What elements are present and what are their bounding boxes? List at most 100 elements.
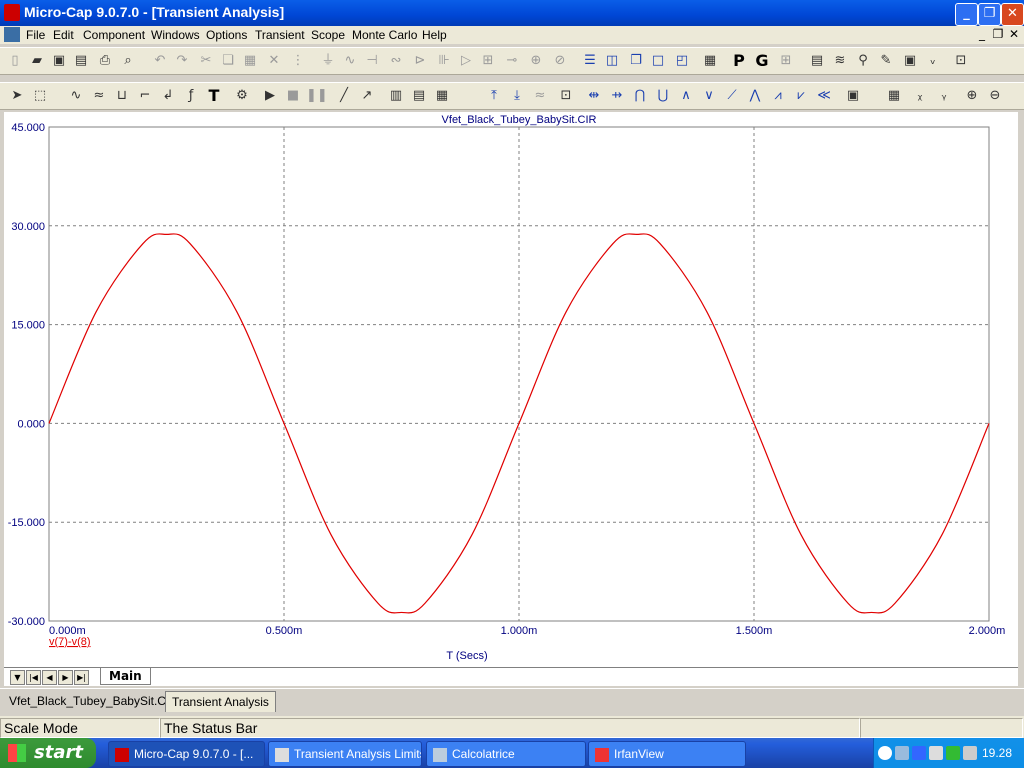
- pen-icon[interactable]: ✎: [876, 52, 896, 70]
- microcap-app-icon[interactable]: [4, 4, 20, 21]
- next-point-icon[interactable]: ≪: [814, 87, 834, 105]
- window-icon[interactable]: □: [648, 52, 668, 70]
- menu-windows[interactable]: Windows: [151, 28, 200, 42]
- select-mode-icon[interactable]: ⬚: [30, 87, 50, 105]
- calculator-icon[interactable]: ▦: [700, 52, 720, 70]
- menu-scope[interactable]: Scope: [311, 28, 345, 42]
- task-transient-limits[interactable]: Transient Analysis Limits: [268, 741, 422, 767]
- menu-transient[interactable]: Transient: [255, 28, 305, 42]
- text-tool-icon[interactable]: T: [204, 87, 224, 105]
- diode-icon[interactable]: ⊳: [410, 52, 430, 70]
- peak-icon[interactable]: ⤒: [484, 87, 504, 105]
- first-page-icon[interactable]: |◀: [26, 670, 41, 685]
- grid-major-icon[interactable]: ▥: [386, 87, 406, 105]
- open-folder-icon[interactable]: ▰: [27, 52, 47, 70]
- restore-button[interactable]: ❐: [978, 3, 1001, 26]
- vertical-tag-icon[interactable]: ↲: [158, 87, 178, 105]
- print-preview-icon[interactable]: ⌕: [118, 52, 138, 70]
- menu-options[interactable]: Options: [206, 28, 247, 42]
- performance-tag-icon[interactable]: ƒ: [181, 87, 201, 105]
- menu-monte-carlo[interactable]: Monte Carlo: [352, 28, 417, 42]
- zoom-out-icon[interactable]: ⊖: [985, 87, 1005, 105]
- grid-minor-icon[interactable]: ▤: [409, 87, 429, 105]
- x-axis-icon[interactable]: ᵪ: [910, 87, 930, 105]
- security-check-icon[interactable]: [946, 746, 960, 760]
- local-low-icon[interactable]: ∨: [699, 87, 719, 105]
- ground-icon[interactable]: ⏚: [318, 52, 338, 70]
- global-low-icon[interactable]: ⩗: [791, 87, 811, 105]
- menu-help[interactable]: Help: [422, 28, 447, 42]
- capacitor-icon[interactable]: ⊣: [362, 52, 382, 70]
- copy-icon[interactable]: ❏: [218, 52, 238, 70]
- printer-icon[interactable]: [929, 746, 943, 760]
- plot-window[interactable]: Vfet_Black_Tubey_BabySit.CIR 45.000 30.00…: [4, 112, 1018, 667]
- doctab-circuit[interactable]: Vfet_Black_Tubey_BabySit.CIR: [3, 691, 184, 711]
- prev-page-icon[interactable]: ◀: [42, 670, 57, 685]
- task-irfanview[interactable]: IrfanView: [588, 741, 746, 767]
- split-window-icon[interactable]: ◰: [672, 52, 692, 70]
- g-button[interactable]: G: [752, 52, 772, 70]
- tray-expand-icon[interactable]: [878, 746, 892, 760]
- wave-dim-icon[interactable]: ≈: [530, 87, 550, 105]
- cursor-left-icon[interactable]: ⇹: [584, 87, 604, 105]
- properties-icon[interactable]: ⚙: [232, 87, 252, 105]
- high-icon[interactable]: ⋂: [630, 87, 650, 105]
- horizontal-tag-icon[interactable]: ⌐: [135, 87, 155, 105]
- doctab-transient-analysis[interactable]: Transient Analysis: [165, 691, 276, 712]
- resistor-icon[interactable]: ∿: [340, 52, 360, 70]
- save-icon[interactable]: ▣: [49, 52, 69, 70]
- point-tag-icon[interactable]: ⊔: [112, 87, 132, 105]
- waveform-icon[interactable]: ≋: [830, 52, 850, 70]
- zoom-in-icon[interactable]: ⊕: [962, 87, 982, 105]
- zoom-window-icon[interactable]: ⊡: [951, 52, 971, 70]
- arrow-line-icon[interactable]: ↗: [357, 87, 377, 105]
- cursor-mode-icon[interactable]: ≈: [89, 87, 109, 105]
- task-microcap[interactable]: Micro-Cap 9.0.7.0 - [...: [108, 741, 265, 767]
- stop-icon[interactable]: ■: [283, 87, 303, 105]
- valley-icon[interactable]: ⤓: [507, 87, 527, 105]
- battery-icon[interactable]: ⊪: [434, 52, 454, 70]
- inflection-icon[interactable]: ⋀: [745, 87, 765, 105]
- tab-menu-icon[interactable]: ▼: [10, 670, 25, 685]
- mdi-restore-button[interactable]: ❐: [990, 27, 1006, 42]
- pin-icon[interactable]: ▣: [900, 52, 920, 70]
- grid-text-icon[interactable]: ⊞: [776, 52, 796, 70]
- task-calcolatrice[interactable]: Calcolatrice: [426, 741, 586, 767]
- legend-v7-v8[interactable]: v(7)-v(8): [49, 636, 91, 648]
- probe-icon[interactable]: ⚲: [853, 52, 873, 70]
- mdi-window-icon[interactable]: [4, 27, 20, 42]
- local-high-icon[interactable]: ∧: [676, 87, 696, 105]
- new-file-icon[interactable]: ▯: [5, 52, 25, 70]
- pause-icon[interactable]: ❚❚: [306, 87, 328, 105]
- menu-component[interactable]: Component: [83, 28, 145, 42]
- cascade-icon[interactable]: ❐: [626, 52, 646, 70]
- switch-icon[interactable]: ⊸: [502, 52, 522, 70]
- save-all-icon[interactable]: ▤: [71, 52, 91, 70]
- mdi-minimize-button[interactable]: _: [974, 27, 990, 42]
- minimize-button[interactable]: _: [955, 3, 978, 26]
- scale-mode-icon[interactable]: ∿: [66, 87, 86, 105]
- palette-icon[interactable]: ▣: [843, 87, 863, 105]
- last-page-icon[interactable]: ▶|: [74, 670, 89, 685]
- bluetooth-icon[interactable]: [912, 746, 926, 760]
- close-button[interactable]: ✕: [1001, 3, 1024, 26]
- table-icon[interactable]: ▦: [884, 87, 904, 105]
- print-icon[interactable]: ⎙: [95, 52, 115, 70]
- vd-icon[interactable]: ᵥ: [923, 52, 943, 70]
- transformer-icon[interactable]: ⊞: [478, 52, 498, 70]
- next-page-icon[interactable]: ▶: [58, 670, 73, 685]
- start-button[interactable]: start: [0, 738, 96, 768]
- tile-horizontal-icon[interactable]: ☰: [580, 52, 600, 70]
- grid-both-icon[interactable]: ▦: [432, 87, 452, 105]
- inductor-icon[interactable]: ∾: [386, 52, 406, 70]
- paste-icon[interactable]: ▦: [240, 52, 260, 70]
- cursor-right-icon[interactable]: ⇸: [607, 87, 627, 105]
- device-icon[interactable]: [963, 746, 977, 760]
- low-icon[interactable]: ⋃: [653, 87, 673, 105]
- delete-icon[interactable]: ✕: [264, 52, 284, 70]
- redo-icon[interactable]: ↷: [172, 52, 192, 70]
- component-list-icon[interactable]: ▤: [807, 52, 827, 70]
- p-button[interactable]: P: [729, 52, 749, 70]
- undo-icon[interactable]: ↶: [150, 52, 170, 70]
- select-arrow-icon[interactable]: ➤: [7, 87, 27, 105]
